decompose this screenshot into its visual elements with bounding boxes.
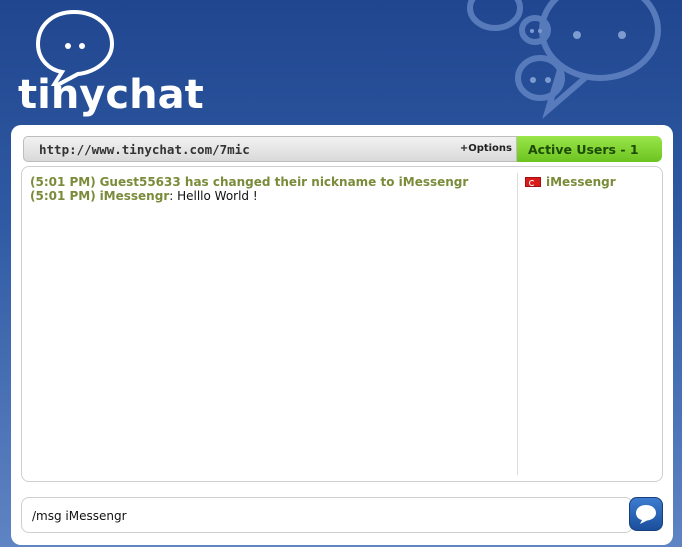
message-separator: :: [169, 189, 178, 203]
logo-wordmark: tinychat: [18, 72, 204, 118]
message-input[interactable]: [30, 506, 624, 526]
chat-bubble-send-icon: [636, 505, 656, 524]
message-input-container: [21, 497, 633, 533]
message-text: Helllo World !: [177, 189, 258, 203]
active-users-label: Active Users - 1: [528, 142, 639, 157]
system-message-text: Guest55633 has changed their nickname to…: [99, 175, 469, 189]
user-list-item[interactable]: iMessengr: [525, 175, 655, 189]
message-time: (5:01 PM): [30, 189, 96, 203]
chat-area: (5:01 PM) Guest55633 has changed their n…: [21, 166, 663, 482]
user-name: iMessengr: [546, 175, 616, 189]
room-url[interactable]: http://www.tinychat.com/7mic: [39, 142, 250, 157]
send-button[interactable]: [629, 497, 663, 531]
turkey-flag-icon: [525, 177, 541, 187]
message-item: (5:01 PM) Guest55633 has changed their n…: [30, 175, 510, 189]
room-url-bar: http://www.tinychat.com/7mic +Options: [23, 136, 517, 162]
user-list: iMessengr: [525, 175, 655, 189]
message-item: (5:01 PM) iMessengr: Helllo World !: [30, 189, 510, 203]
active-users-tab[interactable]: Active Users - 1: [517, 136, 662, 162]
options-button[interactable]: +Options: [460, 143, 512, 154]
user-list-divider: [517, 173, 518, 475]
message-time: (5:01 PM): [30, 175, 96, 189]
message-list[interactable]: (5:01 PM) Guest55633 has changed their n…: [30, 175, 510, 203]
message-author[interactable]: iMessengr: [100, 189, 170, 203]
chat-panel: http://www.tinychat.com/7mic +Options Ac…: [11, 125, 673, 545]
tinychat-logo: tinychat: [18, 6, 204, 124]
